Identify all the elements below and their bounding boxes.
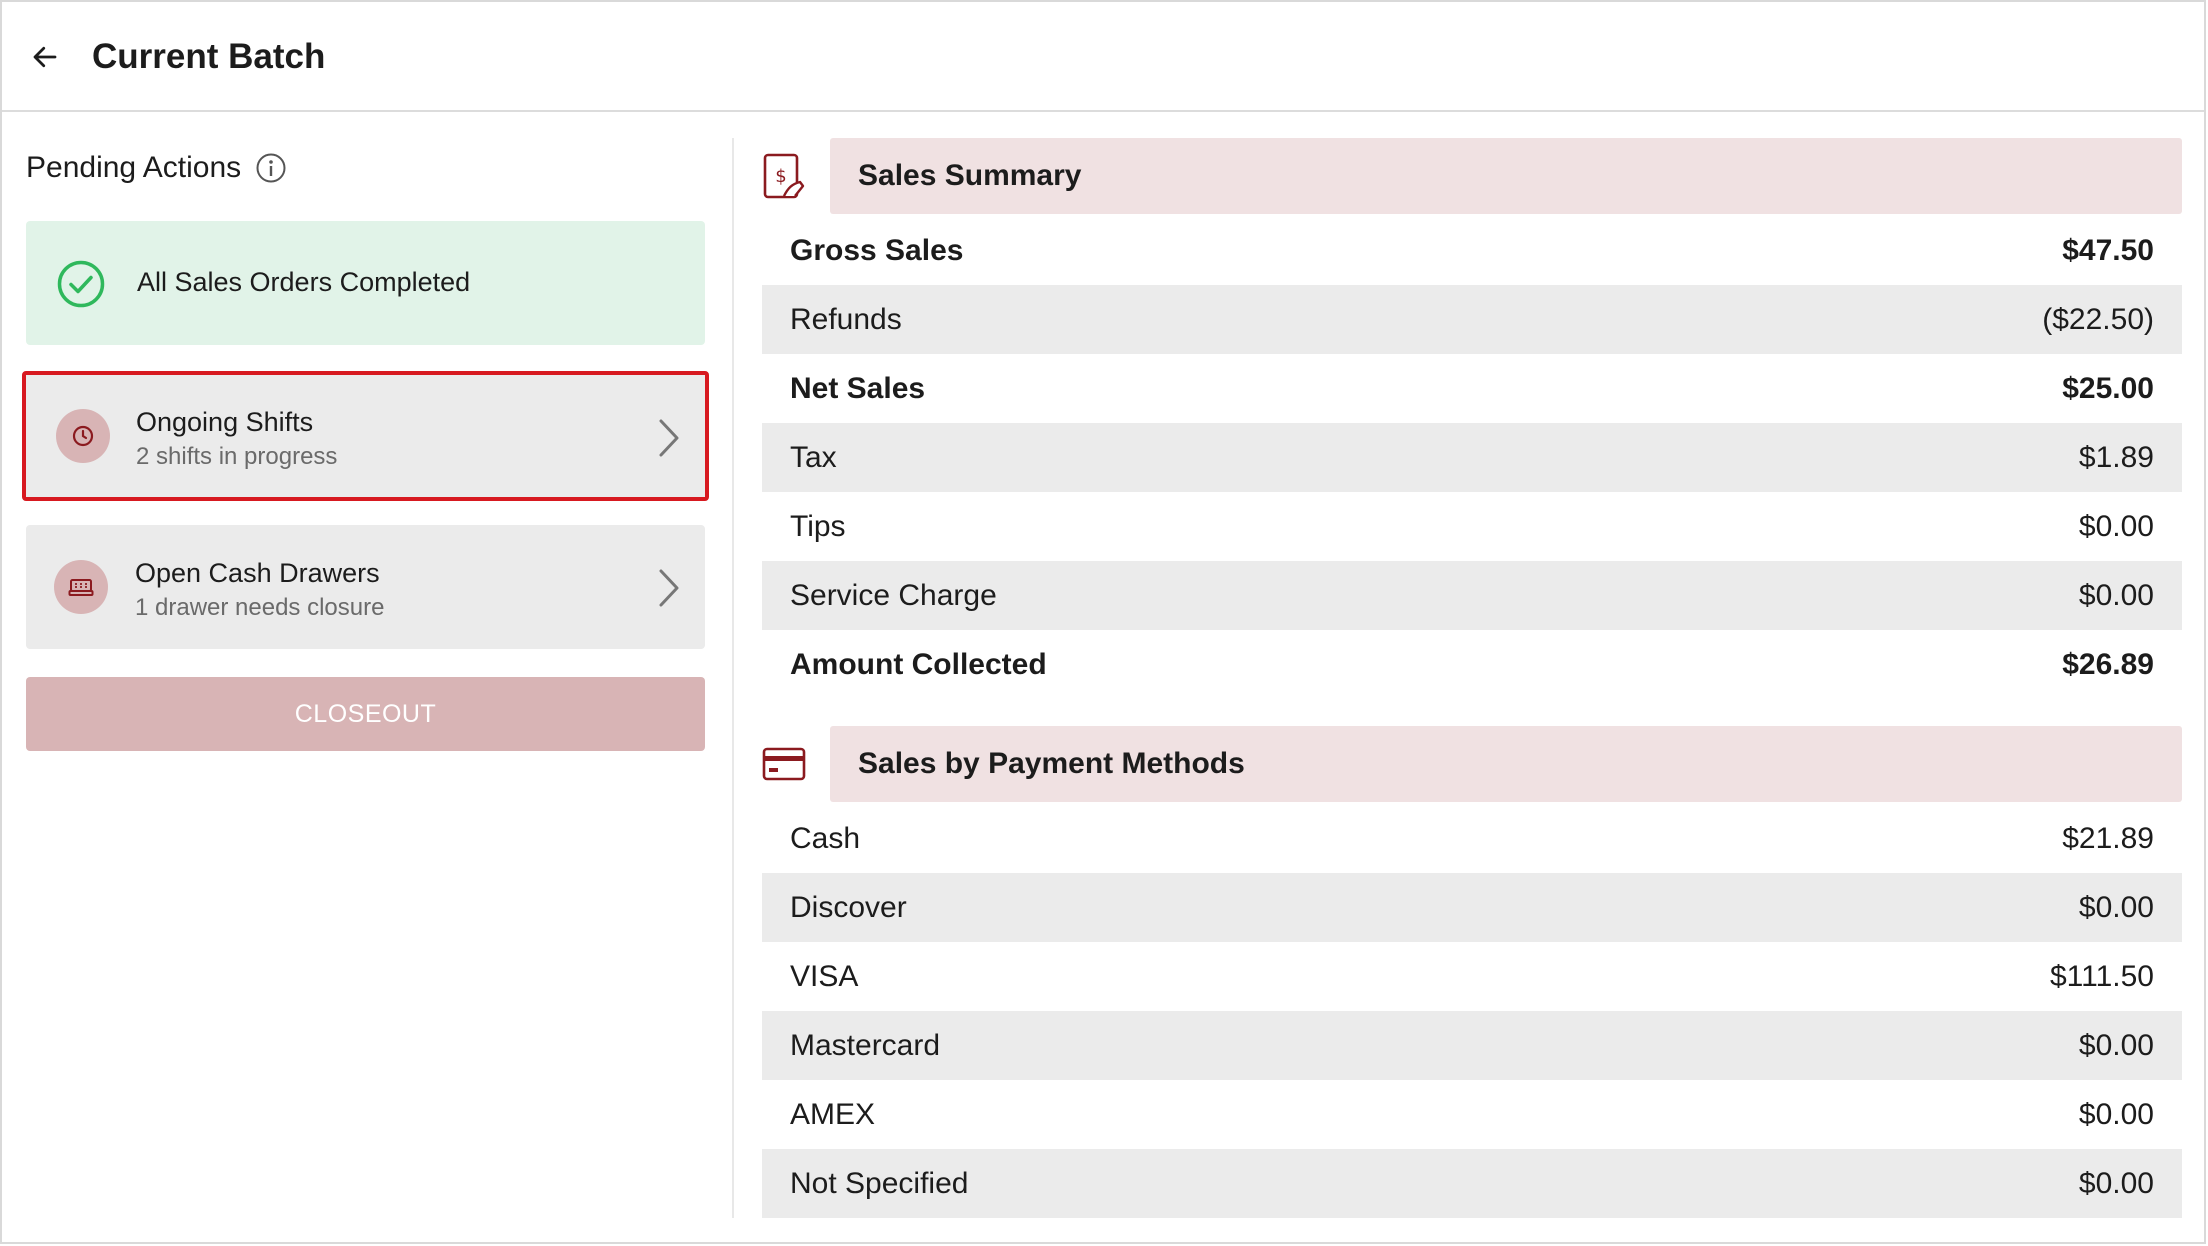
payment-methods-header: Sales by Payment Methods xyxy=(762,726,2182,802)
row-value: $26.89 xyxy=(2062,647,2154,681)
row-value: $111.50 xyxy=(2050,959,2154,993)
page-title: Current Batch xyxy=(92,37,326,76)
row-label: Not Specified xyxy=(790,1166,969,1200)
ongoing-shifts-card[interactable]: Ongoing Shifts 2 shifts in progress xyxy=(22,371,709,501)
row-value: $1.89 xyxy=(2078,440,2154,474)
card-subtitle: 2 shifts in progress xyxy=(136,443,338,470)
row-label: VISA xyxy=(790,959,859,993)
row-value: $0.00 xyxy=(2078,1097,2154,1131)
row-value: $21.89 xyxy=(2062,821,2154,855)
summary-row-refunds: Refunds ($22.50) xyxy=(762,285,2182,354)
payment-method-rows: Cash $21.89 Discover $0.00 VISA $111.50 … xyxy=(762,804,2182,1218)
row-label: Amount Collected xyxy=(790,647,1047,681)
row-label: Net Sales xyxy=(790,371,926,405)
chevron-right-icon xyxy=(659,419,679,457)
payment-row-cash: Cash $21.89 xyxy=(762,804,2182,873)
app-window: Current Batch Pending Actions All Sales … xyxy=(0,0,2206,1244)
payment-row-amex: AMEX $0.00 xyxy=(762,1080,2182,1149)
top-bar: Current Batch xyxy=(2,2,2204,112)
row-label: Refunds xyxy=(790,302,902,336)
row-value: ($22.50) xyxy=(2042,302,2154,336)
row-label: Cash xyxy=(790,821,861,855)
summary-row-tips: Tips $0.00 xyxy=(762,492,2182,561)
section-title: Sales Summary xyxy=(830,138,2182,214)
row-label: Mastercard xyxy=(790,1028,941,1062)
payment-row-not-specified: Not Specified $0.00 xyxy=(762,1149,2182,1218)
summary-row-gross-sales: Gross Sales $47.50 xyxy=(762,216,2182,285)
row-value: $0.00 xyxy=(2078,1028,2154,1062)
row-value: $47.50 xyxy=(2062,233,2154,267)
row-value: $0.00 xyxy=(2078,1166,2154,1200)
payment-row-mastercard: Mastercard $0.00 xyxy=(762,1011,2182,1080)
open-cash-drawers-card[interactable]: Open Cash Drawers 1 drawer needs closure xyxy=(26,525,705,649)
pending-actions-header: Pending Actions xyxy=(26,148,287,188)
payment-row-visa: VISA $111.50 xyxy=(762,942,2182,1011)
row-value: $0.00 xyxy=(2078,509,2154,543)
credit-card-icon xyxy=(762,747,806,781)
sales-summary-rows: Gross Sales $47.50 Refunds ($22.50) Net … xyxy=(762,216,2182,699)
card-title: Ongoing Shifts xyxy=(136,407,314,437)
cash-register-icon xyxy=(54,560,108,614)
row-value: $0.00 xyxy=(2078,890,2154,924)
summary-row-service-charge: Service Charge $0.00 xyxy=(762,561,2182,630)
sales-orders-completed-card: All Sales Orders Completed xyxy=(26,221,705,345)
payment-row-discover: Discover $0.00 xyxy=(762,873,2182,942)
row-value: $25.00 xyxy=(2062,371,2154,405)
summary-row-net-sales: Net Sales $25.00 xyxy=(762,354,2182,423)
money-hand-icon: $ xyxy=(763,153,805,199)
check-circle-icon xyxy=(57,260,105,308)
card-subtitle: 1 drawer needs closure xyxy=(135,594,385,621)
svg-text:$: $ xyxy=(775,166,786,187)
summary-row-amount-collected: Amount Collected $26.89 xyxy=(762,630,2182,699)
row-label: Tips xyxy=(790,509,846,543)
row-label: Discover xyxy=(790,890,907,924)
card-title: Open Cash Drawers xyxy=(135,558,380,588)
arrow-left-icon xyxy=(33,46,57,68)
card-title: All Sales Orders Completed xyxy=(137,267,471,297)
info-icon[interactable] xyxy=(255,152,287,184)
chevron-right-icon xyxy=(659,569,679,607)
row-label: AMEX xyxy=(790,1097,876,1131)
pending-actions-title: Pending Actions xyxy=(26,151,242,184)
pending-actions-panel: Pending Actions All Sales Orders Complet… xyxy=(22,112,709,1242)
section-title: Sales by Payment Methods xyxy=(830,726,2182,802)
row-label: Gross Sales xyxy=(790,233,964,267)
sales-summary-header: $ Sales Summary xyxy=(762,138,2182,214)
closeout-button[interactable]: CLOSEOUT xyxy=(26,677,705,751)
summary-row-tax: Tax $1.89 xyxy=(762,423,2182,492)
row-value: $0.00 xyxy=(2078,578,2154,612)
row-label: Service Charge xyxy=(790,578,997,612)
clock-icon xyxy=(56,409,110,463)
row-label: Tax xyxy=(790,440,837,474)
back-button[interactable] xyxy=(24,36,66,78)
panel-divider xyxy=(732,138,734,1218)
